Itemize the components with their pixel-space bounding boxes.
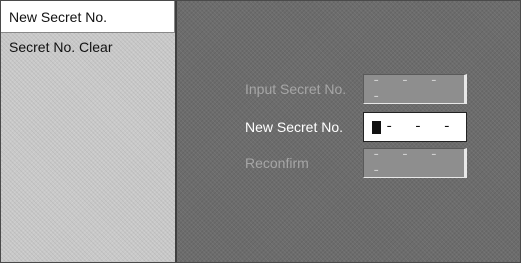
new-secret-row: New Secret No. - - -	[245, 112, 467, 142]
menu-item-secret-no-clear[interactable]: Secret No. Clear	[1, 35, 175, 59]
sidebar-menu: New Secret No. Secret No. Clear	[1, 1, 177, 262]
reconfirm-field[interactable]: - - - -	[363, 147, 467, 179]
new-secret-field[interactable]: - - -	[363, 112, 467, 142]
input-secret-field[interactable]: - - - -	[363, 73, 467, 105]
input-secret-row: Input Secret No. - - - -	[245, 73, 467, 105]
menu-item-new-secret-no[interactable]: New Secret No.	[1, 1, 175, 33]
reconfirm-label: Reconfirm	[245, 155, 309, 171]
input-secret-label: Input Secret No.	[245, 81, 347, 97]
new-secret-label: New Secret No.	[245, 119, 344, 135]
new-secret-value: - - -	[385, 119, 458, 135]
reconfirm-row: Reconfirm - - - -	[245, 147, 467, 179]
text-cursor	[372, 120, 381, 134]
secret-number-screen: New Secret No. Secret No. Clear Input Se…	[0, 0, 521, 263]
